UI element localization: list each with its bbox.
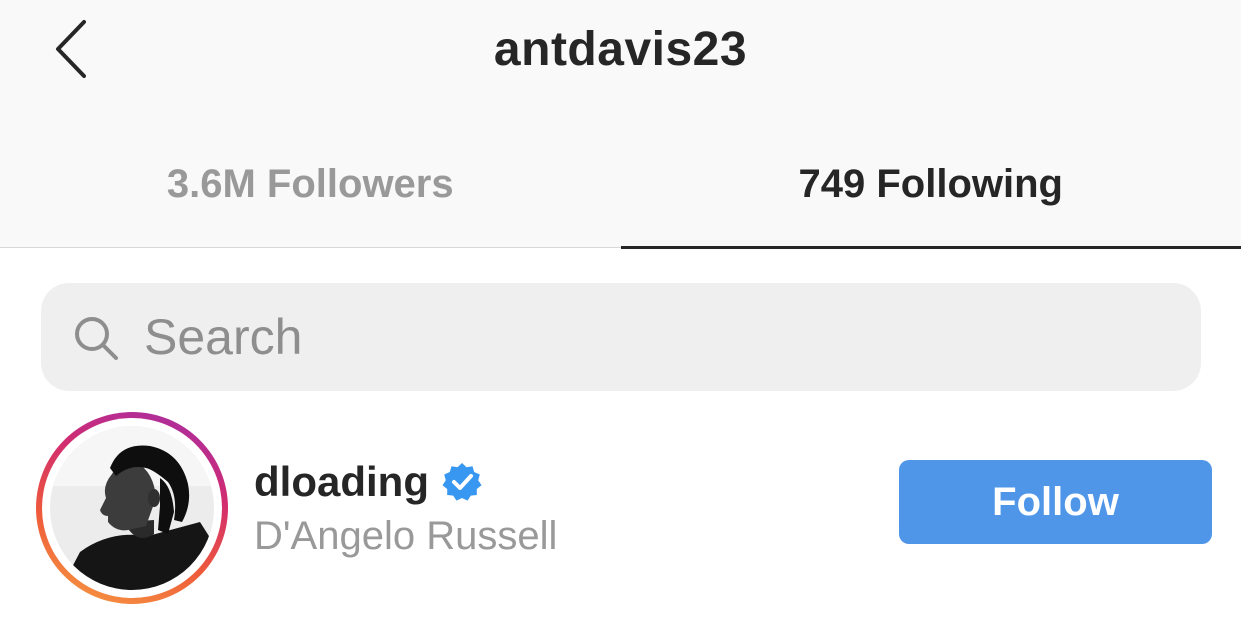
follow-button[interactable]: Follow [899,460,1212,544]
avatar-photo [50,426,214,590]
avatar [50,426,214,590]
verified-badge-icon [442,463,482,501]
tab-followers-label: 3.6M Followers [166,162,454,206]
username: dloading [254,458,429,505]
page-title: antdavis23 [493,23,748,76]
active-tab-indicator [620,246,1241,249]
tab-following-label: 749 Following [798,162,1063,206]
header: antdavis23 3.6M Followers 749 Following [0,0,1241,249]
search-icon [75,317,118,360]
full-name: D'Angelo Russell [254,514,558,558]
tab-followers[interactable]: 3.6M Followers [0,140,621,248]
avatar-story-ring[interactable] [36,412,228,604]
tab-bar: 3.6M Followers 749 Following [0,140,1241,249]
tab-following[interactable]: 749 Following [620,140,1241,249]
following-screen: antdavis23 3.6M Followers 749 Following [0,0,1241,628]
list-item[interactable]: dloading D'Angelo Russell Follow [0,408,1241,608]
username-link[interactable]: dloading [254,454,483,510]
search-input[interactable] [140,300,1144,374]
